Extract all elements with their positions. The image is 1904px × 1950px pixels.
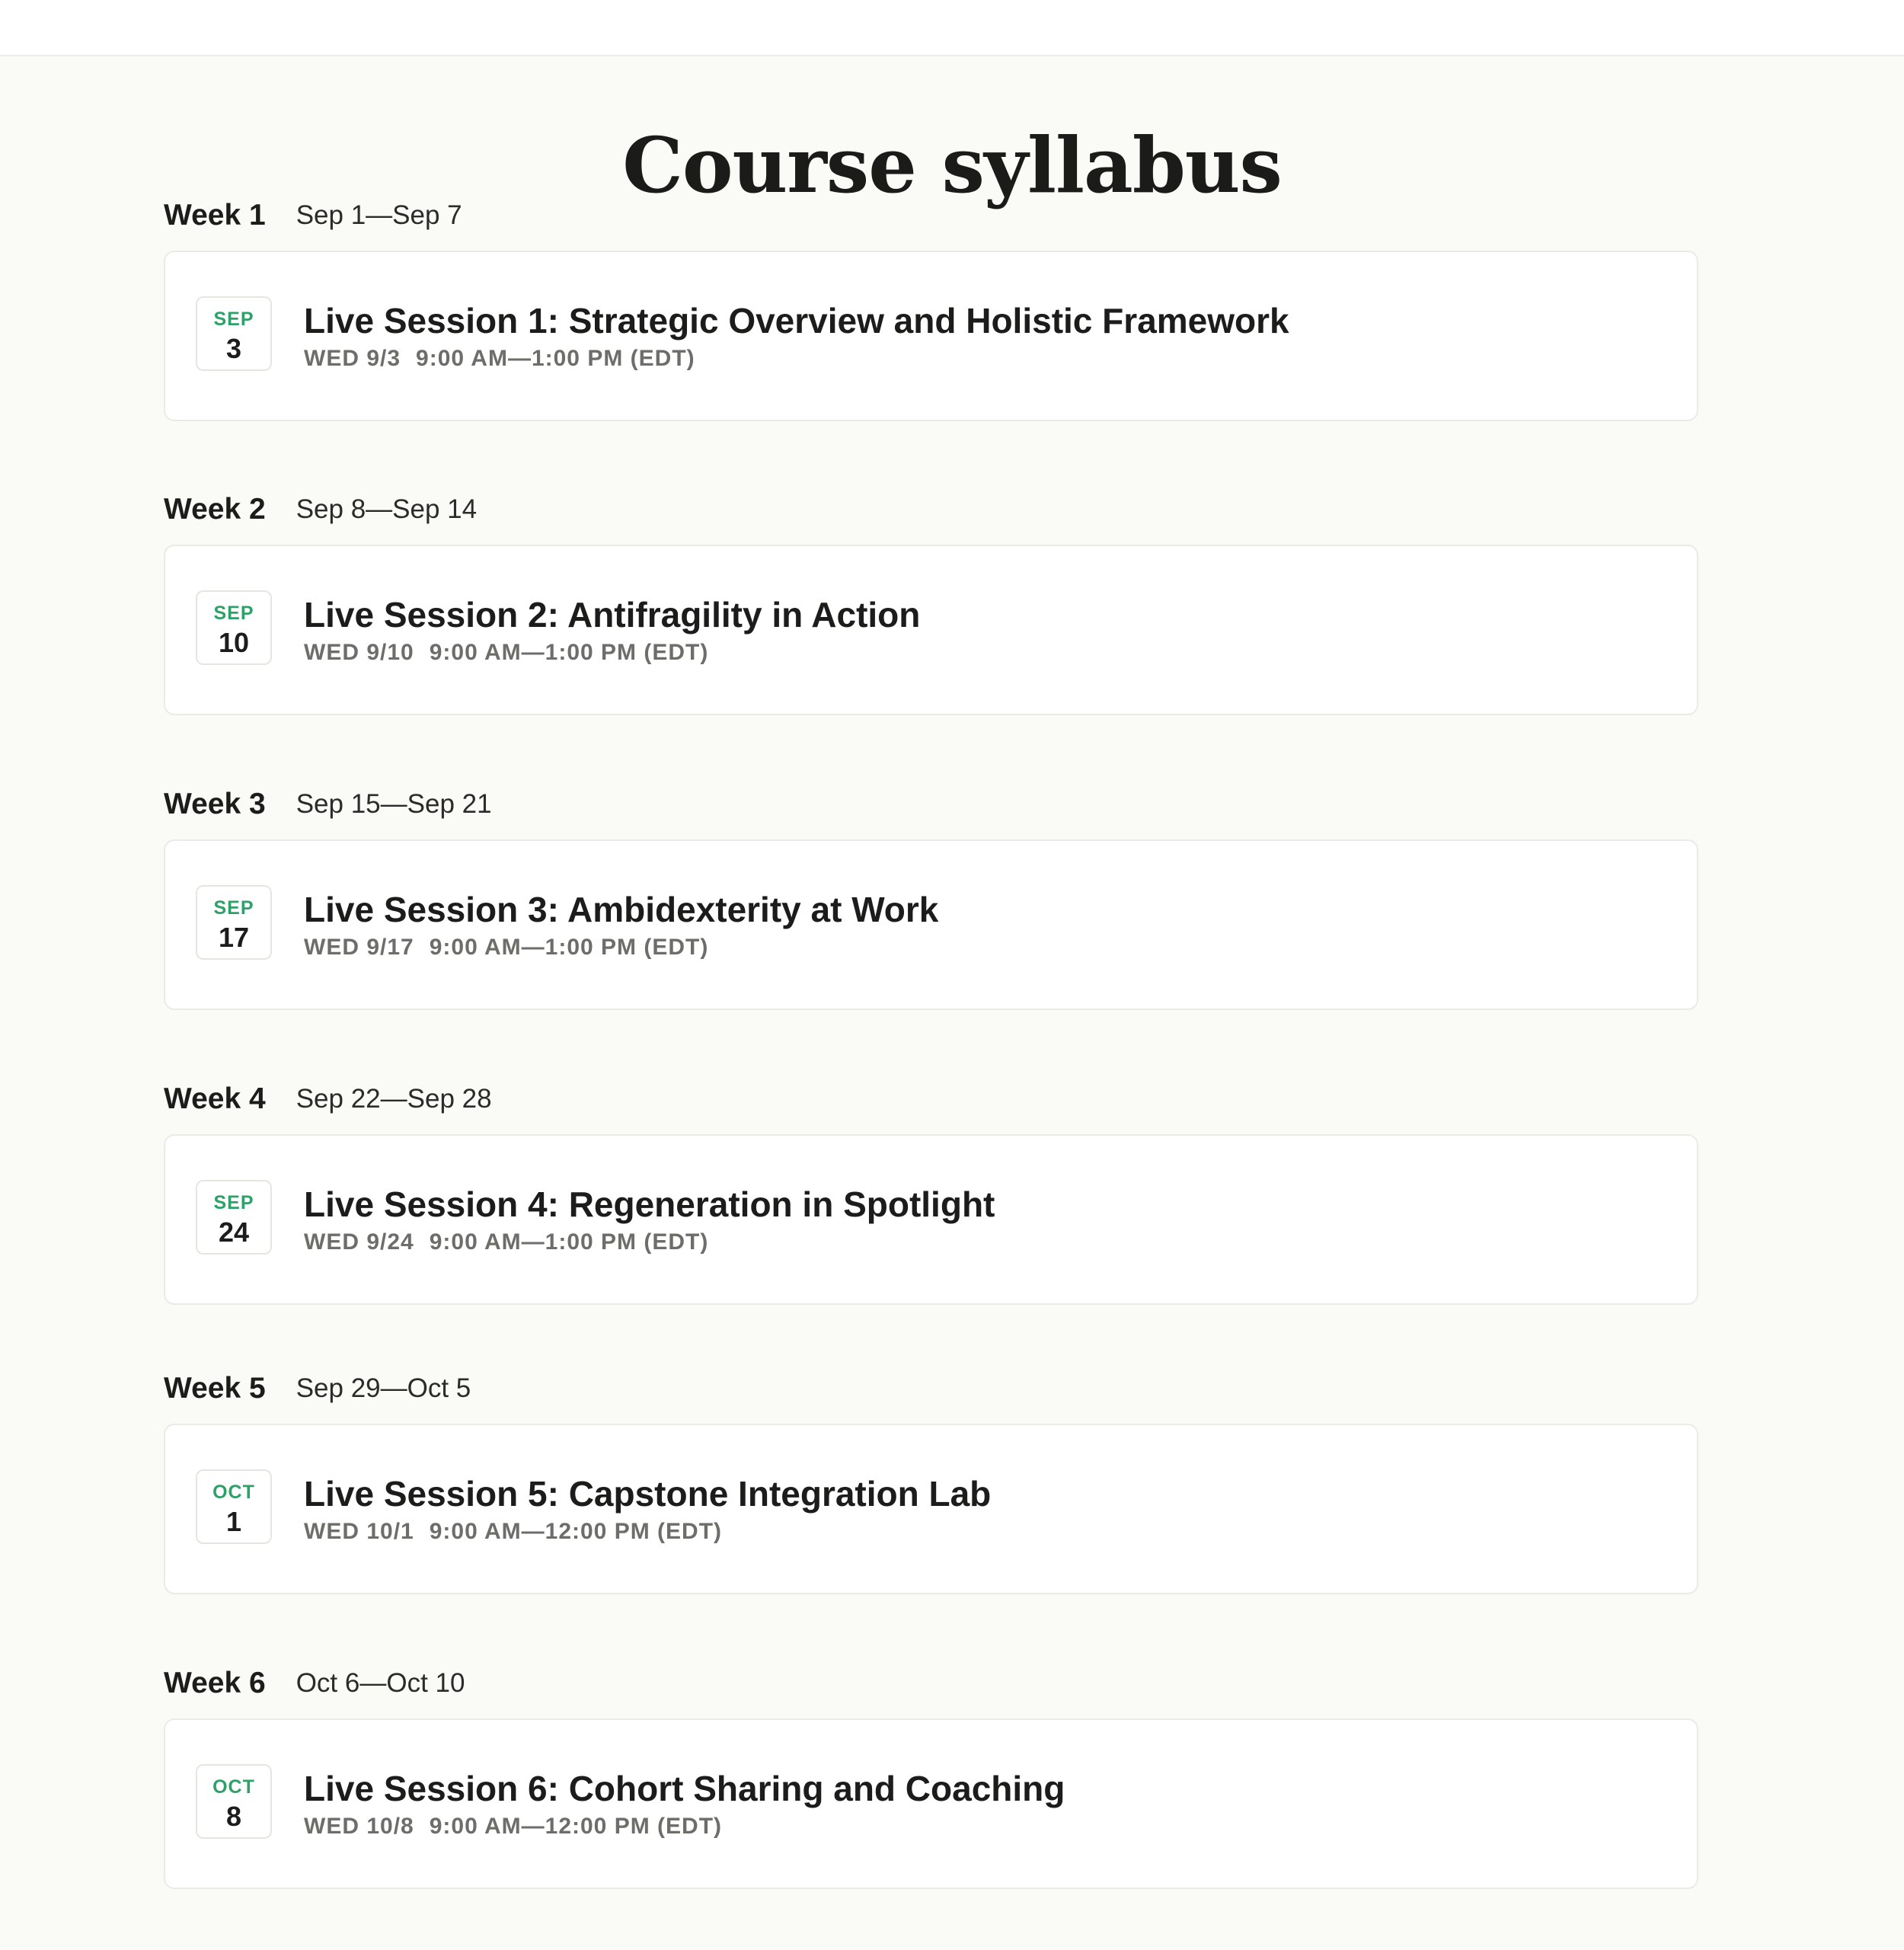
session-title[interactable]: Live Session 4: Regeneration in Spotligh… (304, 1183, 1666, 1226)
week-header: Week 5 Sep 29—Oct 5 (164, 1365, 1698, 1412)
date-day: 8 (225, 1801, 242, 1832)
session-weekday-date: WED 10/8 (304, 1814, 414, 1839)
week-header: Week 1 Sep 1—Sep 7 (164, 192, 1698, 239)
date-day: 3 (225, 333, 242, 364)
session-weekday-date: WED 9/10 (304, 640, 414, 665)
week-date-range: Sep 29—Oct 5 (296, 1373, 471, 1403)
date-month: SEP (213, 308, 254, 330)
calendar-date-icon: SEP 17 (196, 885, 272, 960)
session-schedule: WED 9/17 9:00 AM—1:00 PM (EDT) (304, 934, 1666, 961)
week-label: Week 2 (164, 493, 266, 526)
date-day: 17 (218, 922, 250, 953)
date-day: 10 (218, 627, 250, 658)
week-2: Week 2 Sep 8—Sep 14 SEP 10 Live Session … (164, 486, 1698, 715)
calendar-date-icon: OCT 8 (196, 1764, 272, 1839)
date-month: SEP (213, 897, 254, 919)
session-title[interactable]: Live Session 3: Ambidexterity at Work (304, 888, 1666, 931)
session-info: Live Session 1: Strategic Overview and H… (304, 299, 1666, 372)
top-bar (0, 0, 1904, 56)
session-weekday-date: WED 9/17 (304, 935, 414, 960)
date-month: SEP (213, 603, 254, 624)
week-date-range: Sep 1—Sep 7 (296, 200, 462, 230)
week-label: Week 6 (164, 1667, 266, 1699)
week-date-range: Sep 15—Sep 21 (296, 789, 492, 819)
syllabus-section: Course syllabus Week 1 Sep 1—Sep 7 SEP 3… (0, 56, 1904, 1950)
calendar-date-icon: OCT 1 (196, 1469, 272, 1544)
session-info: Live Session 3: Ambidexterity at Work WE… (304, 888, 1666, 961)
week-4: Week 4 Sep 22—Sep 28 SEP 24 Live Session… (164, 1076, 1698, 1305)
session-card-4[interactable]: SEP 24 Live Session 4: Regeneration in S… (164, 1134, 1698, 1305)
calendar-date-icon: SEP 10 (196, 590, 272, 665)
week-header: Week 3 Sep 15—Sep 21 (164, 781, 1698, 828)
session-schedule: WED 10/1 9:00 AM—12:00 PM (EDT) (304, 1518, 1666, 1546)
week-label: Week 3 (164, 788, 266, 820)
session-card-1[interactable]: SEP 3 Live Session 1: Strategic Overview… (164, 251, 1698, 421)
date-day: 1 (225, 1506, 242, 1537)
session-info: Live Session 4: Regeneration in Spotligh… (304, 1183, 1666, 1256)
week-label: Week 5 (164, 1372, 266, 1405)
week-label: Week 1 (164, 199, 266, 232)
session-card-6[interactable]: OCT 8 Live Session 6: Cohort Sharing and… (164, 1718, 1698, 1889)
week-1: Week 1 Sep 1—Sep 7 SEP 3 Live Session 1:… (164, 192, 1698, 421)
session-time: 9:00 AM—1:00 PM (EDT) (416, 346, 695, 371)
session-schedule: WED 9/10 9:00 AM—1:00 PM (EDT) (304, 639, 1666, 667)
date-day: 24 (218, 1216, 250, 1248)
session-title[interactable]: Live Session 2: Antifragility in Action (304, 593, 1666, 636)
session-time: 9:00 AM—1:00 PM (EDT) (429, 935, 709, 960)
session-card-2[interactable]: SEP 10 Live Session 2: Antifragility in … (164, 545, 1698, 715)
session-title[interactable]: Live Session 1: Strategic Overview and H… (304, 299, 1666, 342)
session-weekday-date: WED 9/3 (304, 346, 401, 371)
week-date-range: Sep 8—Sep 14 (296, 494, 478, 524)
calendar-date-icon: SEP 3 (196, 296, 272, 371)
session-card-3[interactable]: SEP 17 Live Session 3: Ambidexterity at … (164, 839, 1698, 1010)
session-weekday-date: WED 9/24 (304, 1229, 414, 1255)
session-schedule: WED 9/3 9:00 AM—1:00 PM (EDT) (304, 345, 1666, 372)
session-title[interactable]: Live Session 6: Cohort Sharing and Coach… (304, 1767, 1666, 1810)
week-date-range: Oct 6—Oct 10 (296, 1668, 465, 1698)
session-schedule: WED 10/8 9:00 AM—12:00 PM (EDT) (304, 1813, 1666, 1840)
week-header: Week 2 Sep 8—Sep 14 (164, 486, 1698, 533)
session-info: Live Session 5: Capstone Integration Lab… (304, 1472, 1666, 1546)
session-time: 9:00 AM—1:00 PM (EDT) (429, 1229, 709, 1255)
date-month: OCT (212, 1776, 255, 1798)
session-title[interactable]: Live Session 5: Capstone Integration Lab (304, 1472, 1666, 1515)
week-5: Week 5 Sep 29—Oct 5 OCT 1 Live Session 5… (164, 1365, 1698, 1594)
date-month: SEP (213, 1192, 254, 1213)
session-time: 9:00 AM—12:00 PM (EDT) (429, 1814, 723, 1839)
week-label: Week 4 (164, 1082, 266, 1115)
session-weekday-date: WED 10/1 (304, 1519, 414, 1544)
week-3: Week 3 Sep 15—Sep 21 SEP 17 Live Session… (164, 781, 1698, 1010)
week-6: Week 6 Oct 6—Oct 10 OCT 8 Live Session 6… (164, 1660, 1698, 1889)
session-schedule: WED 9/24 9:00 AM—1:00 PM (EDT) (304, 1229, 1666, 1256)
week-header: Week 6 Oct 6—Oct 10 (164, 1660, 1698, 1707)
session-info: Live Session 6: Cohort Sharing and Coach… (304, 1767, 1666, 1840)
session-time: 9:00 AM—12:00 PM (EDT) (429, 1519, 723, 1544)
session-card-5[interactable]: OCT 1 Live Session 5: Capstone Integrati… (164, 1424, 1698, 1594)
date-month: OCT (212, 1482, 255, 1503)
week-header: Week 4 Sep 22—Sep 28 (164, 1076, 1698, 1123)
week-date-range: Sep 22—Sep 28 (296, 1084, 492, 1114)
session-time: 9:00 AM—1:00 PM (EDT) (429, 640, 709, 665)
calendar-date-icon: SEP 24 (196, 1180, 272, 1255)
session-info: Live Session 2: Antifragility in Action … (304, 593, 1666, 667)
